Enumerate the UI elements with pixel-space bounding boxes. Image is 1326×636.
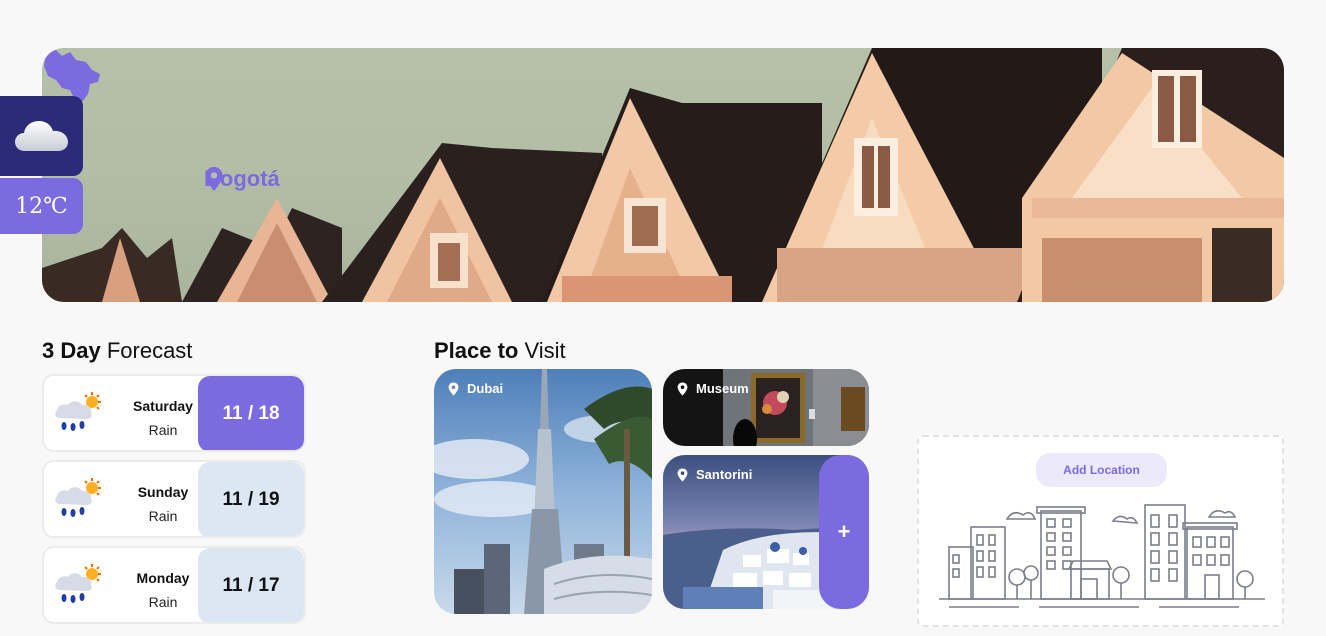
place-label: Dubai (448, 381, 503, 396)
hero-banner: Bogotá (42, 48, 1284, 302)
forecast-card[interactable]: Saturday Rain 11 / 18 (42, 374, 306, 452)
cloud-icon (14, 121, 68, 151)
forecast-title-bold: 3 Day (42, 338, 101, 363)
temperature-value: 12℃ (15, 193, 68, 219)
place-card-dubai[interactable]: Dubai (434, 369, 652, 614)
map-pin-icon (677, 382, 688, 395)
place-name: Museum (696, 381, 749, 396)
forecast-temps: 11 / 17 (198, 548, 304, 622)
place-card-santorini[interactable]: Santorini + (663, 455, 869, 609)
location-tag[interactable]: Bogotá (204, 166, 280, 192)
add-location-panel: Add Location (917, 435, 1284, 627)
app: Bogotá 12℃ 3 Day Forecast Saturday Rain … (0, 0, 1326, 636)
map-pin-icon (677, 468, 688, 481)
forecast-temps: 11 / 18 (198, 376, 304, 450)
forecast-card[interactable]: Monday Rain 11 / 17 (42, 546, 306, 624)
city-skyline-illustration (939, 504, 1265, 608)
dubai-image (434, 369, 652, 614)
forecast-title: 3 Day Forecast (42, 338, 192, 364)
places-title-rest: Visit (518, 338, 566, 363)
place-card-museum[interactable]: Museum (663, 369, 869, 446)
place-name: Santorini (696, 467, 753, 482)
rain-sun-icon (55, 392, 101, 431)
place-label: Museum (677, 381, 749, 396)
forecast-temps: 11 / 19 (198, 462, 304, 536)
place-name: Dubai (467, 381, 504, 396)
map-pin-icon (205, 167, 223, 191)
forecast-title-rest: Forecast (100, 338, 193, 363)
place-label: Santorini (677, 467, 752, 482)
weather-icon-box (0, 96, 83, 176)
places-title-bold: Place to (434, 338, 519, 363)
forecast-card[interactable]: Sunday Rain 11 / 19 (42, 460, 306, 538)
rain-sun-icon (55, 564, 101, 603)
temperature-box: 12℃ (0, 178, 83, 234)
places-title: Place to Visit (434, 338, 566, 364)
rain-sun-icon (55, 478, 101, 517)
add-location-button[interactable]: Add Location (1036, 453, 1167, 487)
map-pin-icon (448, 382, 459, 395)
add-place-button[interactable]: + (819, 455, 869, 609)
